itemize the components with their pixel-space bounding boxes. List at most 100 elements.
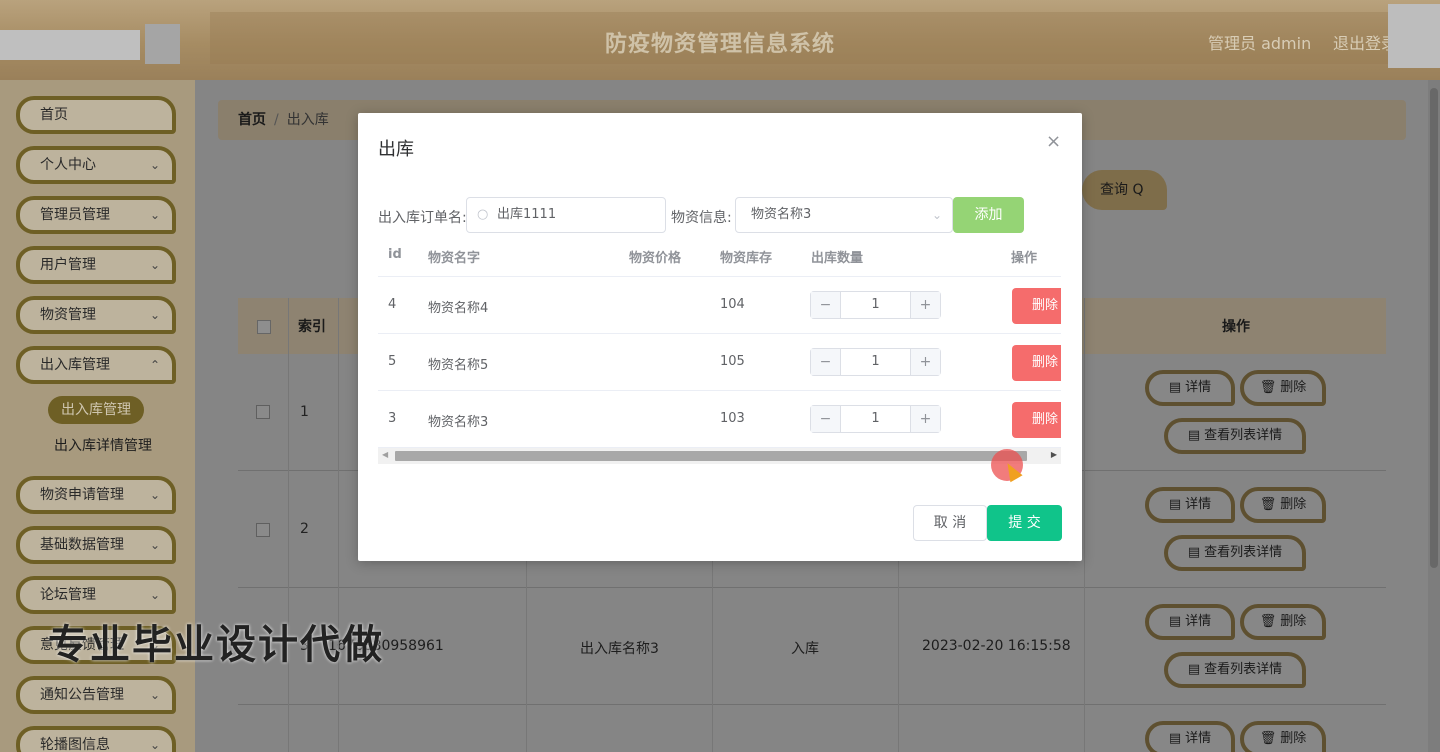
header-right-decoration bbox=[1388, 4, 1440, 68]
quantity-input[interactable]: 1 bbox=[841, 349, 910, 375]
delete-row-button[interactable]: 删除 bbox=[1012, 345, 1061, 381]
sidebar-item-home[interactable]: 首页 bbox=[16, 96, 176, 134]
delete-label: 删除 bbox=[1280, 497, 1307, 512]
search-icon: ○ bbox=[477, 207, 489, 222]
detail-button[interactable]: ▤ 详情 bbox=[1145, 370, 1235, 406]
delete-row-button[interactable]: 删除 bbox=[1012, 288, 1061, 324]
increment-button[interactable]: + bbox=[910, 349, 940, 375]
row-time: 2023-02-20 16:15:58 bbox=[922, 638, 1071, 654]
horizontal-scrollbar[interactable]: ◀ ▶ bbox=[378, 448, 1061, 464]
list-detail-button[interactable]: ▤ 查看列表详情 bbox=[1164, 535, 1306, 571]
document-icon: ▤ bbox=[1187, 428, 1201, 443]
sidebar-item-users[interactable]: 用户管理 ⌄ bbox=[16, 246, 176, 284]
cell-name: 物资名称5 bbox=[428, 358, 489, 373]
document-icon: ▤ bbox=[1168, 497, 1182, 512]
trash-icon: 🗑 bbox=[1259, 731, 1277, 746]
scroll-right-icon[interactable]: ▶ bbox=[1051, 450, 1057, 459]
sidebar-item-label: 管理员管理 bbox=[40, 207, 110, 223]
quantity-stepper: − 1 + bbox=[810, 291, 941, 319]
sidebar-subitem-inout-detail[interactable]: 出入库详情管理 bbox=[48, 434, 158, 458]
row-checkbox[interactable] bbox=[256, 523, 270, 537]
row-checkbox[interactable] bbox=[256, 405, 270, 419]
increment-button[interactable]: + bbox=[910, 292, 940, 318]
chevron-down-icon: ⌄ bbox=[149, 738, 160, 752]
delete-button[interactable]: 🗑 删除 bbox=[1240, 487, 1326, 523]
chevron-down-icon: ⌄ bbox=[149, 538, 160, 552]
quantity-input[interactable]: 1 bbox=[841, 406, 910, 432]
top-header: 防疫物资管理信息系统 管理员 admin 退出登录 bbox=[0, 0, 1440, 80]
sidebar-item-apply[interactable]: 物资申请管理 ⌄ bbox=[16, 476, 176, 514]
breadcrumb-home[interactable]: 首页 bbox=[238, 112, 266, 128]
document-icon: ▤ bbox=[1187, 662, 1201, 677]
list-detail-button[interactable]: ▤ 查看列表详情 bbox=[1164, 652, 1306, 688]
decrement-button[interactable]: − bbox=[811, 349, 841, 375]
column-divider bbox=[338, 298, 339, 752]
col-qty: 出库数量 bbox=[811, 251, 864, 266]
app-title: 防疫物资管理信息系统 bbox=[604, 32, 835, 57]
row-divider bbox=[238, 587, 1386, 588]
detail-button[interactable]: ▤ 详情 bbox=[1145, 721, 1235, 752]
trash-icon: 🗑 bbox=[1259, 497, 1277, 512]
scrollbar-thumb[interactable] bbox=[1430, 88, 1438, 568]
chevron-down-icon: ⌄ bbox=[931, 208, 942, 222]
table-row: 5 物资名称5 105 − 1 + 删除 bbox=[378, 334, 1061, 391]
cell-name: 物资名称3 bbox=[428, 415, 489, 430]
row-divider bbox=[238, 704, 1386, 705]
watermark-text: 专业毕业设计代做 bbox=[48, 622, 384, 668]
select-all-checkbox[interactable] bbox=[257, 320, 271, 334]
submit-button[interactable]: 提 交 bbox=[987, 505, 1062, 541]
table-row: 4 物资名称4 104 − 1 + 删除 bbox=[378, 277, 1061, 334]
col-id: id bbox=[388, 247, 402, 262]
chevron-down-icon: ⌄ bbox=[149, 688, 160, 702]
close-icon[interactable]: × bbox=[1046, 131, 1061, 152]
sidebar-item-carousel[interactable]: 轮播图信息 ⌄ bbox=[16, 726, 176, 752]
decrement-button[interactable]: − bbox=[811, 292, 841, 318]
decrement-button[interactable]: − bbox=[811, 406, 841, 432]
breadcrumb-current: 出入库 bbox=[286, 112, 329, 128]
detail-label: 详情 bbox=[1185, 380, 1212, 395]
delete-label: 删除 bbox=[1280, 380, 1307, 395]
delete-button[interactable]: 🗑 删除 bbox=[1240, 721, 1326, 752]
sidebar-item-label: 个人中心 bbox=[40, 157, 96, 173]
detail-button[interactable]: ▤ 详情 bbox=[1145, 487, 1235, 523]
detail-button[interactable]: ▤ 详情 bbox=[1145, 604, 1235, 640]
quantity-stepper: − 1 + bbox=[810, 405, 941, 433]
delete-row-button[interactable]: 删除 bbox=[1012, 402, 1061, 438]
scroll-left-icon[interactable]: ◀ bbox=[382, 450, 388, 459]
column-divider bbox=[1084, 298, 1085, 752]
sidebar-item-base-data[interactable]: 基础数据管理 ⌄ bbox=[16, 526, 176, 564]
list-detail-button[interactable]: ▤ 查看列表详情 bbox=[1164, 418, 1306, 454]
sidebar-item-notice[interactable]: 通知公告管理 ⌄ bbox=[16, 676, 176, 714]
document-icon: ▤ bbox=[1168, 380, 1182, 395]
sidebar-item-admins[interactable]: 管理员管理 ⌄ bbox=[16, 196, 176, 234]
order-name-input[interactable]: ○ 出库1111 bbox=[466, 197, 666, 233]
increment-button[interactable]: + bbox=[910, 406, 940, 432]
add-button[interactable]: 添加 bbox=[953, 197, 1024, 233]
scrollbar-thumb[interactable] bbox=[395, 451, 1027, 461]
delete-button[interactable]: 🗑 删除 bbox=[1240, 370, 1326, 406]
row-type: 入库 bbox=[791, 641, 819, 657]
sidebar-item-label: 论坛管理 bbox=[40, 587, 96, 603]
material-select[interactable]: 物资名称3 ⌄ bbox=[735, 197, 953, 233]
col-price: 物资价格 bbox=[629, 251, 682, 266]
cell-name: 物资名称4 bbox=[428, 301, 489, 316]
sidebar-item-inout[interactable]: 出入库管理 ⌃ bbox=[16, 346, 176, 384]
cancel-button[interactable]: 取 消 bbox=[913, 505, 987, 541]
col-op: 操作 bbox=[1011, 251, 1038, 266]
header-operation: 操作 bbox=[1222, 319, 1250, 335]
query-label: 查询 bbox=[1100, 182, 1128, 198]
sidebar-subitem-inout-manage[interactable]: 出入库管理 bbox=[48, 396, 144, 424]
query-button[interactable]: 查询 Q bbox=[1082, 170, 1167, 210]
delete-button[interactable]: 🗑 删除 bbox=[1240, 604, 1326, 640]
order-name-value: 出库1111 bbox=[497, 207, 557, 222]
sidebar-item-forum[interactable]: 论坛管理 ⌄ bbox=[16, 576, 176, 614]
quantity-input[interactable]: 1 bbox=[841, 292, 910, 318]
trash-icon: 🗑 bbox=[1259, 380, 1277, 395]
delete-label: 删除 bbox=[1280, 614, 1307, 629]
sidebar-item-label: 物资管理 bbox=[40, 307, 96, 323]
sidebar-item-label: 物资申请管理 bbox=[40, 487, 124, 503]
sidebar-item-materials[interactable]: 物资管理 ⌄ bbox=[16, 296, 176, 334]
sidebar-item-label: 基础数据管理 bbox=[40, 537, 124, 553]
page-scrollbar[interactable] bbox=[1428, 80, 1440, 752]
sidebar-item-personal[interactable]: 个人中心 ⌄ bbox=[16, 146, 176, 184]
